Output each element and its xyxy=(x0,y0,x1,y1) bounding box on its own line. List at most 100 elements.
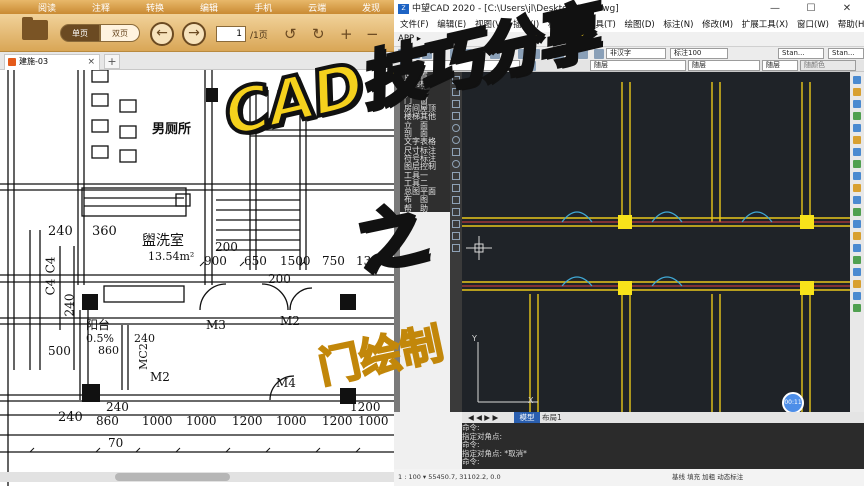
menu-convert[interactable]: 转换 xyxy=(110,1,164,14)
explode-icon[interactable] xyxy=(853,256,861,264)
scale-icon[interactable] xyxy=(853,160,861,168)
array-icon[interactable] xyxy=(853,124,861,132)
plot-style-dropdown[interactable]: 随颜色 xyxy=(800,60,856,71)
page-number-input[interactable]: 1 xyxy=(216,26,246,42)
single-page-button[interactable]: 单页 xyxy=(60,24,100,42)
table-style-dropdown[interactable]: Stan... xyxy=(778,48,824,59)
tab-close-icon[interactable]: × xyxy=(87,55,95,69)
region-tool-icon[interactable] xyxy=(452,220,460,228)
minimize-button[interactable]: — xyxy=(762,0,788,18)
dimension: 1000 xyxy=(142,414,173,428)
spline-tool-icon[interactable] xyxy=(452,148,460,156)
make-block-icon[interactable] xyxy=(452,184,460,192)
extend-icon[interactable] xyxy=(853,196,861,204)
measure-icon[interactable] xyxy=(853,280,861,288)
zwcad-logo-icon: Z xyxy=(398,4,409,14)
command-prompt[interactable]: 命令: xyxy=(462,458,864,467)
reader-menu-bar: 阅读 注释 转换 编辑 手机 云端 发现 xyxy=(0,0,394,14)
hatch-tool-icon[interactable] xyxy=(452,208,460,216)
menu-modify[interactable]: 修改(M) xyxy=(702,20,733,30)
dimension: 240 xyxy=(48,224,73,239)
mtext-tool-icon[interactable] xyxy=(452,244,460,252)
prev-page-icon[interactable]: ← xyxy=(150,22,174,46)
menu-window[interactable]: 窗口(W) xyxy=(797,20,829,30)
door-tag: M2 xyxy=(150,370,170,384)
menu-discover[interactable]: 发现 xyxy=(326,1,380,14)
dimension: 1200 xyxy=(322,414,353,428)
menu-extension[interactable]: 扩展工具(X) xyxy=(742,20,788,30)
trim-icon[interactable] xyxy=(853,184,861,192)
door-tag: MC2 xyxy=(136,343,150,370)
chamfer-icon[interactable] xyxy=(853,232,861,240)
open-folder-icon[interactable] xyxy=(22,17,48,40)
stretch-icon[interactable] xyxy=(853,172,861,180)
erase-icon[interactable] xyxy=(853,76,861,84)
dimension: 900 xyxy=(204,254,227,268)
floor-plan-drawing: 男厕所 盥洗室 13.54m² 阳台 0.5% 240 360 200 900 … xyxy=(0,70,394,486)
move-icon[interactable] xyxy=(853,136,861,144)
command-history-line: 指定对角点: xyxy=(462,431,503,441)
menu-draw[interactable]: 绘图(D) xyxy=(625,20,655,30)
menu-read[interactable]: 阅读 xyxy=(0,1,56,14)
copy-object-icon[interactable] xyxy=(853,88,861,96)
dimension: 860 xyxy=(98,344,119,357)
menu-annotate[interactable]: 注释 xyxy=(56,1,110,14)
rotate-left-icon[interactable]: ↺ xyxy=(284,26,297,42)
lineweight-dropdown[interactable]: 随层 xyxy=(762,60,798,71)
dimension: 1000 xyxy=(358,414,389,428)
command-history-line: 命令: xyxy=(462,423,480,432)
dimension: 200 xyxy=(268,272,291,286)
horizontal-scrollbar[interactable] xyxy=(0,472,394,482)
dimension: 240 xyxy=(58,410,83,425)
ucs-y-label: Y xyxy=(472,334,477,343)
double-page-button[interactable]: 双页 xyxy=(100,24,140,42)
menu-phone[interactable]: 手机 xyxy=(218,1,272,14)
rotate-icon[interactable] xyxy=(853,148,861,156)
window-tag: C4 xyxy=(43,256,58,274)
right-toolbar xyxy=(850,72,864,412)
rotate-right-icon[interactable]: ↻ xyxy=(312,26,325,42)
ellipse-tool-icon[interactable] xyxy=(452,160,460,168)
maximize-button[interactable]: ☐ xyxy=(798,0,824,18)
door-tag: M4 xyxy=(276,376,296,390)
edit-icon[interactable] xyxy=(853,268,861,276)
command-line[interactable]: 命令: 指定对角点: 命令: 指定对角点: *取消* 命令: xyxy=(462,423,864,469)
tab-nav-icon[interactable]: ◀ ◀ ▶ ▶ xyxy=(468,412,498,423)
break-icon[interactable] xyxy=(853,208,861,216)
rectangle-tool-icon[interactable] xyxy=(452,112,460,120)
layer-tool-icon[interactable] xyxy=(853,292,861,300)
next-page-icon[interactable]: → xyxy=(182,22,206,46)
tab-document[interactable]: 建施-03 × xyxy=(4,54,100,70)
new-tab-button[interactable]: + xyxy=(104,54,120,69)
model-space-canvas[interactable]: Y X 00:11 xyxy=(462,72,850,412)
tab-layout1[interactable]: 布局1 xyxy=(542,412,562,423)
insert-block-icon[interactable] xyxy=(452,172,460,180)
circle-tool-icon[interactable] xyxy=(452,136,460,144)
dimension: 1000 xyxy=(276,414,307,428)
scrollbar-thumb[interactable] xyxy=(115,473,230,481)
mirror-icon[interactable] xyxy=(853,100,861,108)
menu-dimension[interactable]: 标注(N) xyxy=(663,20,693,30)
status-bar: 1 : 100 ▾ 55450.7, 31102.2, 0.0 基线 填充 加粗… xyxy=(394,469,864,486)
status-toggles[interactable]: 基线 填充 加粗 动态标注 xyxy=(672,469,743,486)
dimension: 750 xyxy=(322,254,345,268)
layout-tabs: ◀ ◀ ▶ ▶ 模型 布局1 xyxy=(462,412,864,423)
fillet-icon[interactable] xyxy=(853,244,861,252)
block-tool-icon[interactable] xyxy=(853,304,861,312)
tab-model[interactable]: 模型 xyxy=(514,412,540,423)
arc-tool-icon[interactable] xyxy=(452,124,460,132)
dim-style-dropdown[interactable]: 标注100 xyxy=(670,48,728,59)
linetype-dropdown[interactable]: 随层 xyxy=(688,60,760,71)
join-icon[interactable] xyxy=(853,220,861,228)
multileader-style-dropdown[interactable]: Stan... xyxy=(828,48,864,59)
recording-timer: 00:11 xyxy=(782,392,804,412)
menu-help[interactable]: 帮助(H) xyxy=(838,20,864,30)
dimension: 860 xyxy=(96,414,119,428)
close-button[interactable]: ✕ xyxy=(834,0,860,18)
menu-edit[interactable]: 编辑 xyxy=(164,1,218,14)
offset-icon[interactable] xyxy=(853,112,861,120)
dimension: 70 xyxy=(108,436,124,450)
point-tool-icon[interactable] xyxy=(452,196,460,204)
menu-cloud[interactable]: 云端 xyxy=(272,1,326,14)
table-tool-icon[interactable] xyxy=(452,232,460,240)
